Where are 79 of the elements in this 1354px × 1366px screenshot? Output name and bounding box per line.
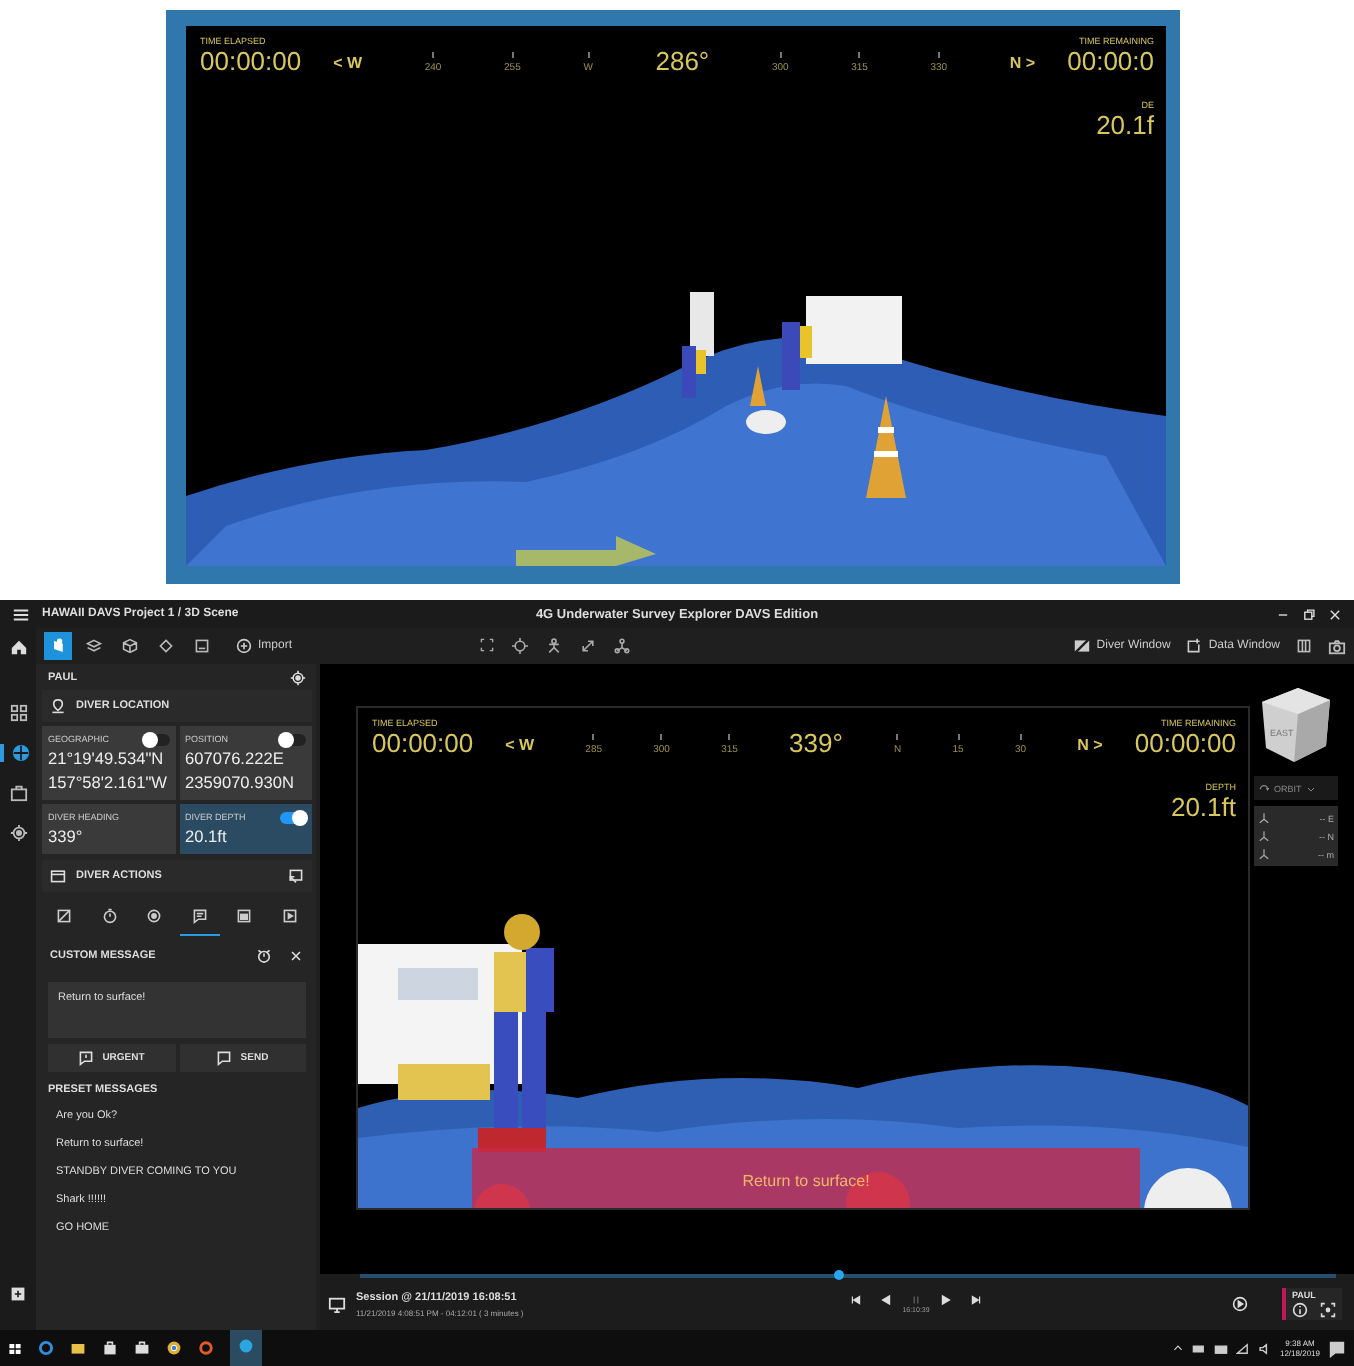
window-add-icon: [1186, 638, 1203, 654]
caret-up-icon[interactable]: [1171, 1342, 1184, 1354]
briefcase-icon[interactable]: [134, 1340, 150, 1356]
elapsed-time: 00:00:00: [200, 48, 302, 76]
card-value: 339°: [48, 824, 85, 848]
orbit-icon: [1258, 782, 1270, 794]
skip-back-icon[interactable]: [850, 1294, 862, 1306]
toggle-switch[interactable]: [143, 733, 169, 745]
card-value: 21°19'49.534"N: [48, 746, 166, 770]
close-icon[interactable]: [288, 948, 304, 964]
play-box-icon: [281, 907, 298, 923]
diamond-icon: [158, 638, 174, 654]
cast-icon[interactable]: [288, 868, 304, 884]
window-off-icon: [1074, 638, 1091, 654]
depth-reading: 20.1f: [1094, 112, 1154, 140]
frame-icon[interactable]: [480, 638, 495, 652]
compass-direction: < W: [333, 53, 363, 71]
alarm-icon[interactable]: [256, 948, 272, 964]
axis-icon: [1258, 812, 1270, 824]
step-back-icon[interactable]: [880, 1294, 892, 1306]
depth-reading: 20.1ft: [1168, 794, 1236, 822]
timeline-slider[interactable]: [360, 1274, 1336, 1278]
layers-icon: [86, 638, 102, 654]
toggle-switch[interactable]: [280, 811, 306, 823]
grid-icon: [9, 704, 27, 722]
app-icon[interactable]: [238, 1338, 254, 1354]
close-icon[interactable]: [1328, 607, 1342, 621]
gear-icon: [9, 824, 27, 842]
ring-icon[interactable]: [198, 1340, 214, 1356]
compass-direction: N >: [1009, 53, 1036, 71]
card-value: 20.1ft: [185, 824, 229, 848]
remaining-time: 00:00:0: [1067, 48, 1154, 76]
browser-circle-icon[interactable]: [166, 1340, 182, 1356]
compass-direction: N >: [1077, 735, 1103, 753]
image-icon: [194, 638, 210, 654]
briefcase-icon: [9, 784, 27, 802]
crosshair-icon[interactable]: [512, 638, 529, 654]
compass-heading: 286°: [655, 48, 710, 76]
satellite-icon: [56, 907, 73, 923]
card-value: 2359070.930N: [185, 770, 296, 794]
info-icon[interactable]: [1292, 1302, 1308, 1318]
axis-icon: [1258, 848, 1270, 860]
card-value: 157°58'2.161"W: [48, 770, 169, 794]
globe-icon: [11, 744, 29, 762]
shopping-bag-icon[interactable]: [102, 1340, 118, 1356]
camera-icon[interactable]: [1328, 637, 1346, 655]
location-pin-icon: [50, 698, 66, 714]
alert-banner: Return to surface!: [472, 1148, 1140, 1208]
compass-direction: < W: [505, 735, 535, 753]
chat-icon: [216, 1050, 233, 1066]
folder-icon[interactable]: [70, 1340, 86, 1356]
add-panel-icon[interactable]: [10, 1286, 26, 1302]
compass-heading: 339°: [789, 730, 843, 758]
windows-icon[interactable]: [8, 1341, 22, 1355]
focus-icon[interactable]: [1320, 1302, 1336, 1318]
chat-icon: [191, 907, 208, 923]
notification-icon[interactable]: [1328, 1339, 1346, 1357]
flag-chat-icon: [78, 1050, 95, 1066]
folder-icon: [50, 868, 66, 884]
picture-icon: [236, 907, 253, 923]
map-icon[interactable]: [1296, 638, 1312, 654]
card-value: 607076.222E: [185, 746, 286, 770]
stopwatch-icon: [101, 907, 118, 923]
toggle-switch[interactable]: [280, 733, 306, 745]
restore-icon[interactable]: [1302, 607, 1316, 621]
plus-circle-icon: [236, 638, 252, 654]
home-icon[interactable]: [9, 638, 27, 656]
menu-icon[interactable]: [12, 605, 30, 623]
monitor-icon[interactable]: [328, 1295, 346, 1313]
axis-icon: [1258, 830, 1270, 842]
skip-forward-icon[interactable]: [970, 1294, 982, 1306]
elapsed-time: 00:00:00: [372, 730, 474, 758]
settings-icon[interactable]: [290, 669, 306, 685]
play-icon[interactable]: [940, 1294, 952, 1306]
cube-icon: [122, 638, 138, 654]
speaker-icon[interactable]: [1257, 1341, 1272, 1355]
diagonal-arrow-icon[interactable]: [580, 638, 597, 654]
remaining-time: 00:00:00: [1134, 730, 1236, 758]
timeline-thumb[interactable]: [834, 1270, 845, 1280]
